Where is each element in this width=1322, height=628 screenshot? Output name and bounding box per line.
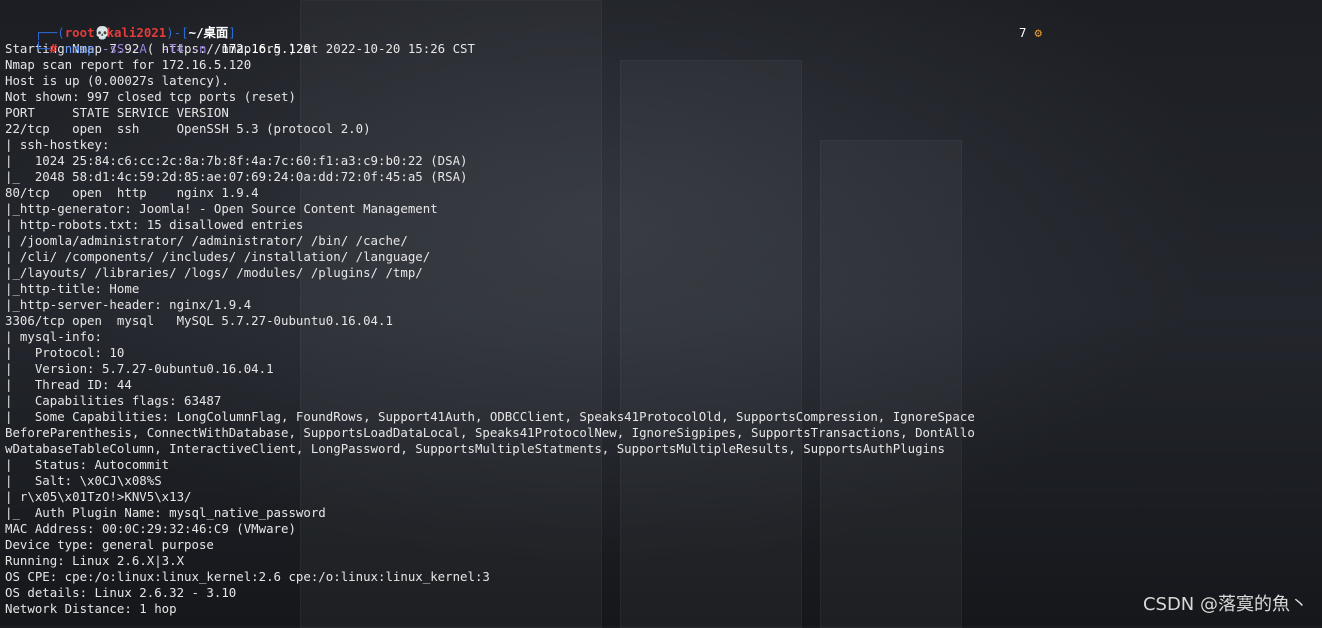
output-line: PORT STATE SERVICE VERSION	[5, 105, 229, 120]
command-output: Starting Nmap 7.92 ( https://nmap.org ) …	[5, 41, 1322, 617]
output-line: |_http-title: Home	[5, 281, 140, 296]
output-line: | Some Capabilities: LongColumnFlag, Fou…	[5, 409, 975, 424]
output-line: 3306/tcp open mysql MySQL 5.7.27-0ubuntu…	[5, 313, 393, 328]
output-line: Host is up (0.00027s latency).	[5, 73, 229, 88]
job-indicator: 7 ⚙	[1019, 25, 1042, 41]
output-line: | Thread ID: 44	[5, 377, 132, 392]
output-line: | ssh-hostkey:	[5, 137, 110, 152]
output-line: Running: Linux 2.6.X|3.X	[5, 553, 185, 568]
output-line: | Version: 5.7.27-0ubuntu0.16.04.1	[5, 361, 274, 376]
output-line: | r\x05\x01TzO!>KNV5\x13/	[5, 489, 192, 504]
output-line: wDatabaseTableColumn, InteractiveClient,…	[5, 441, 945, 456]
output-line: |_ 2048 58:d1:4c:59:2d:85:ae:07:69:24:0a…	[5, 169, 468, 184]
output-line: | http-robots.txt: 15 disallowed entries	[5, 217, 304, 232]
output-line: BeforeParenthesis, ConnectWithDatabase, …	[5, 425, 975, 440]
output-line: | 1024 25:84:c6:cc:2c:8a:7b:8f:4a:7c:60:…	[5, 153, 468, 168]
output-line: Nmap scan report for 172.16.5.120	[5, 57, 252, 72]
output-line: | /joomla/administrator/ /administrator/…	[5, 233, 408, 248]
prompt-frame-corner: └─	[34, 41, 50, 56]
output-line: Device type: general purpose	[5, 537, 214, 552]
output-line: | /cli/ /components/ /includes/ /install…	[5, 249, 431, 264]
prompt-line-1: ┌──(root💀kali2021)-[~/桌面]	[5, 9, 1322, 40]
prompt-line-2: └─# nmap -sS -A -T4 -n 172.16.5.120 7 ⚙	[5, 25, 1322, 56]
output-line: | mysql-info:	[5, 329, 102, 344]
command-target: 172.16.5.120	[221, 41, 311, 56]
prompt-hash: #	[49, 41, 58, 56]
output-line: | Status: Autocommit	[5, 457, 170, 472]
output-line: | Capabilities flags: 63487	[5, 393, 222, 408]
command-name: nmap	[64, 41, 95, 56]
output-line: OS CPE: cpe:/o:linux:linux_kernel:2.6 cp…	[5, 569, 490, 584]
output-line: Not shown: 997 closed tcp ports (reset)	[5, 89, 296, 104]
output-line: |_ Auth Plugin Name: mysql_native_passwo…	[5, 505, 326, 520]
output-line: | Protocol: 10	[5, 345, 125, 360]
output-line: OS details: Linux 2.6.32 - 3.10	[5, 585, 237, 600]
output-line: |_http-server-header: nginx/1.9.4	[5, 297, 252, 312]
command-flags: -sS -A -T4 -n	[102, 41, 207, 56]
output-line: | Salt: \x0CJ\x08%S	[5, 473, 162, 488]
output-line: 22/tcp open ssh OpenSSH 5.3 (protocol 2.…	[5, 121, 371, 136]
output-line: MAC Address: 00:0C:29:32:46:C9 (VMware)	[5, 521, 296, 536]
terminal-window[interactable]: ┌──(root💀kali2021)-[~/桌面] └─# nmap -sS -…	[5, 9, 1322, 617]
gear-icon: ⚙	[1034, 25, 1042, 40]
watermark: CSDN @落寞的魚丶	[1142, 594, 1308, 615]
job-count: 7	[1019, 25, 1027, 40]
output-line: Network Distance: 1 hop	[5, 601, 177, 616]
output-line: |_http-generator: Joomla! - Open Source …	[5, 201, 438, 216]
output-line: |_/layouts/ /libraries/ /logs/ /modules/…	[5, 265, 423, 280]
output-line: 80/tcp open http nginx 1.9.4	[5, 185, 259, 200]
